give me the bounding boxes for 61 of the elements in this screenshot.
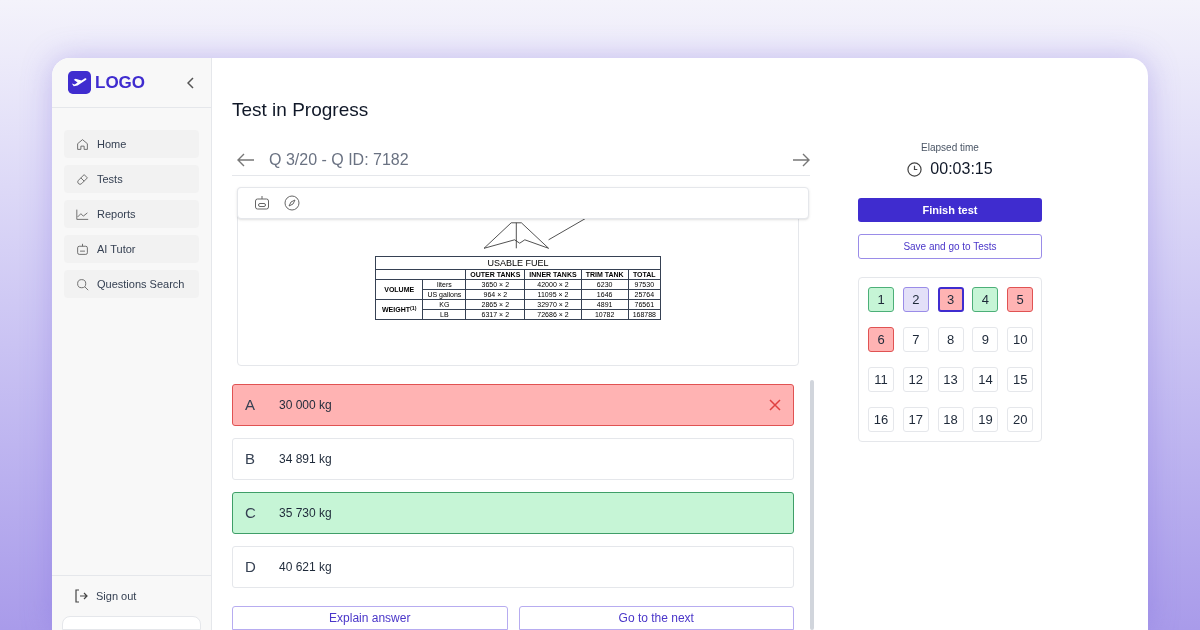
answer-text: 30 000 kg: [279, 397, 333, 414]
question-number-button[interactable]: 13: [937, 367, 964, 392]
sidebar-item[interactable]: Home: [64, 130, 199, 158]
sign-out-link[interactable]: Sign out: [96, 587, 137, 604]
question-heading: Q 3/20 - Q ID: 7182: [269, 149, 410, 170]
sidebar-item[interactable]: Questions Search: [64, 270, 199, 298]
question-number-button[interactable]: 1: [868, 287, 894, 312]
question-number-button[interactable]: 17: [902, 407, 929, 432]
question-number-button[interactable]: 18: [937, 407, 964, 432]
question-number-button[interactable]: 4: [972, 287, 999, 312]
robot-icon: [76, 242, 89, 256]
sidebar-item[interactable]: AI Tutor: [64, 235, 199, 263]
sidebar-item[interactable]: Reports: [64, 200, 199, 228]
answer-text: 35 730 kg: [279, 505, 333, 522]
answer-option[interactable]: B 34 891 kg: [232, 438, 794, 480]
answer-letter: C: [245, 502, 257, 523]
next-question-button[interactable]: Go to the next: [518, 606, 794, 630]
sidebar-item[interactable]: Tests: [64, 165, 199, 193]
question-number-button[interactable]: 5: [1007, 287, 1034, 312]
answer-option[interactable]: D 40 621 kg: [232, 546, 794, 588]
question-number-button[interactable]: 3: [937, 287, 964, 312]
question-number-button[interactable]: 2: [902, 287, 929, 312]
close-icon: [769, 399, 781, 411]
question-number-button[interactable]: 14: [972, 367, 999, 392]
answer-text: 40 621 kg: [279, 559, 333, 576]
question-number-button[interactable]: 7: [902, 327, 929, 352]
robot-icon[interactable]: [254, 195, 270, 212]
answer-letter: D: [245, 556, 257, 577]
question-number-button[interactable]: 8: [937, 327, 964, 352]
pencil-icon: [76, 172, 89, 186]
explain-answer-button[interactable]: Explain answer: [232, 606, 508, 630]
question-number-button[interactable]: 20: [1007, 407, 1034, 432]
question-number-button[interactable]: 10: [1007, 327, 1034, 352]
question-number-button[interactable]: 9: [972, 327, 999, 352]
next-arrow-icon[interactable]: [792, 152, 810, 167]
answer-text: 34 891 kg: [279, 451, 333, 468]
finish-test-button[interactable]: Finish test: [858, 198, 1042, 222]
question-number-button[interactable]: 12: [902, 367, 929, 392]
line-chart-icon: [76, 207, 89, 221]
compass-icon[interactable]: [284, 195, 300, 212]
save-and-go-button[interactable]: Save and go to Tests: [858, 234, 1042, 259]
elapsed-time: 00:03:15: [930, 159, 993, 179]
question-number-button[interactable]: 19: [972, 407, 999, 432]
question-number-button[interactable]: 16: [868, 407, 894, 432]
logo-text: LOGO: [95, 71, 146, 94]
answer-letter: A: [245, 394, 256, 415]
question-number-button[interactable]: 15: [1007, 367, 1034, 392]
question-number-button[interactable]: 11: [868, 367, 894, 392]
answer-option[interactable]: A 30 000 kg: [232, 384, 794, 426]
page-title: Test in Progress: [232, 98, 370, 122]
sign-out-icon: [74, 588, 88, 603]
answer-letter: B: [245, 448, 256, 469]
airplane-logo-icon: [68, 71, 91, 94]
house-icon: [76, 137, 89, 151]
clock-icon: [907, 161, 923, 177]
collapse-chevron-icon[interactable]: [187, 76, 195, 89]
search-icon: [76, 277, 89, 291]
elapsed-time-label: Elapsed time: [920, 141, 980, 155]
answer-option[interactable]: C 35 730 kg: [232, 492, 794, 534]
question-number-button[interactable]: 6: [868, 327, 894, 352]
previous-arrow-icon[interactable]: [237, 152, 255, 167]
